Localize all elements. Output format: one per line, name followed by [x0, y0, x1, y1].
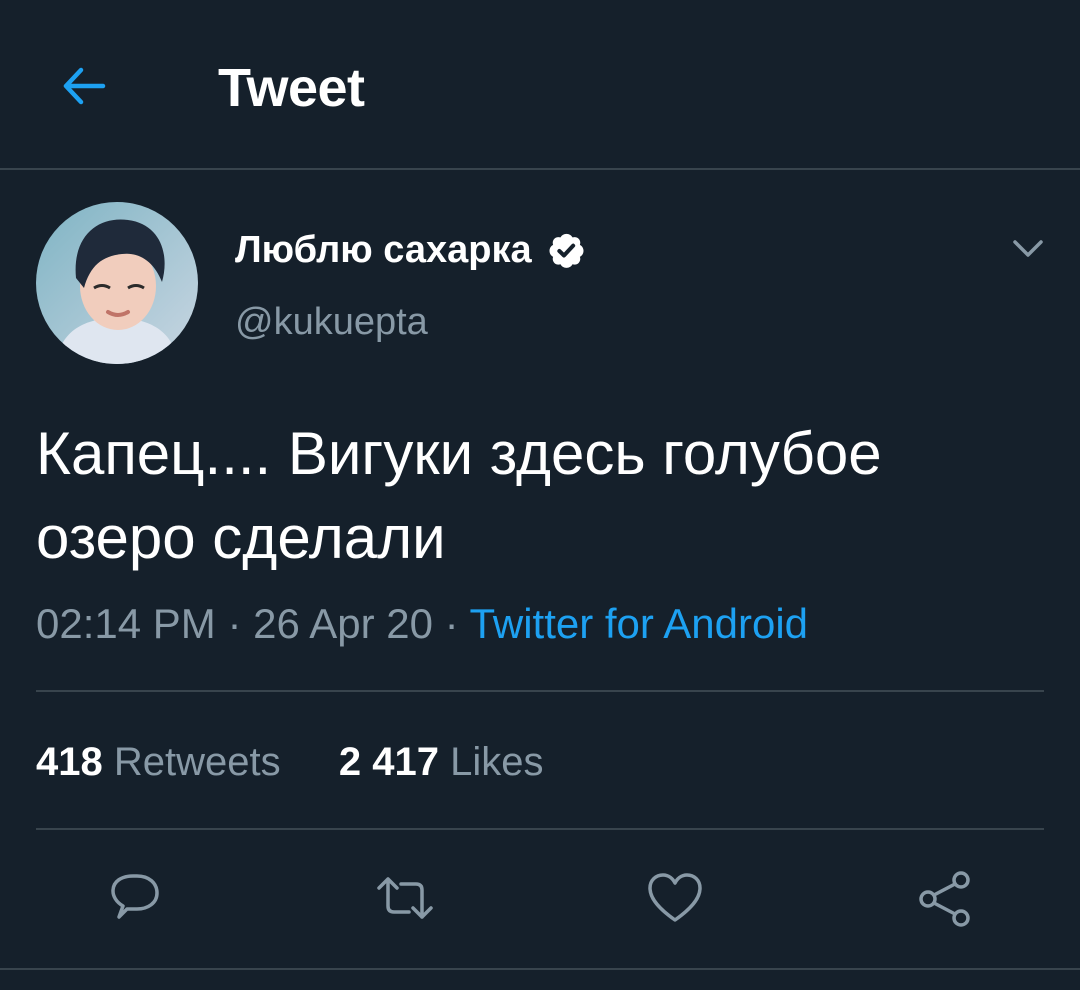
- stats-top-divider: [36, 690, 1044, 692]
- more-options-button[interactable]: [1006, 226, 1050, 270]
- tweet-text-line: Капец.... Вигуки здесь голубое: [36, 420, 882, 487]
- retweet-button[interactable]: [373, 866, 437, 930]
- verified-badge-icon: [546, 230, 586, 270]
- retweets-count: 418: [36, 740, 103, 784]
- page-title: Tweet: [218, 58, 365, 118]
- header-divider: [0, 168, 1080, 170]
- meta-separator: ·: [227, 600, 242, 647]
- arrow-left-icon: [63, 67, 106, 105]
- chevron-down-icon: [1013, 240, 1043, 257]
- retweet-icon: [377, 877, 433, 919]
- tweet-source-link[interactable]: Twitter for Android: [470, 600, 808, 647]
- heart-icon: [648, 873, 702, 922]
- retweets-stat[interactable]: 418 Retweets: [36, 740, 292, 784]
- display-name-text: Люблю сахарка: [235, 229, 532, 271]
- share-icon: [919, 871, 970, 927]
- back-button[interactable]: [52, 54, 116, 118]
- reply-icon: [111, 874, 159, 919]
- stats-bottom-divider: [36, 828, 1044, 830]
- retweets-label: Retweets: [113, 740, 281, 784]
- likes-label: Likes: [450, 740, 544, 784]
- tweet-text-line: озеро сделали: [36, 504, 446, 571]
- top-bar: Tweet: [0, 0, 1080, 170]
- like-button[interactable]: [643, 866, 707, 930]
- tweet-time: 02:14 PM: [36, 600, 216, 647]
- display-name[interactable]: Люблю сахарка: [235, 226, 586, 274]
- tweet-meta: 02:14 PM · 26 Apr 20 · Twitter for Andro…: [36, 598, 808, 650]
- share-button[interactable]: [913, 866, 977, 930]
- tweet-stats: 418 Retweets 2 417 Likes: [36, 736, 544, 788]
- tweet-date: 26 Apr 20: [253, 600, 433, 647]
- tweet-text: Капец.... Вигуки здесь голубое озеро сде…: [36, 412, 1046, 580]
- user-handle[interactable]: @kukuepta: [235, 298, 428, 346]
- likes-stat[interactable]: 2 417 Likes: [339, 740, 544, 784]
- avatar-image: [36, 202, 198, 364]
- meta-separator: ·: [444, 600, 459, 647]
- bottom-divider: [0, 968, 1080, 970]
- avatar[interactable]: [36, 202, 198, 364]
- reply-button[interactable]: [103, 866, 167, 930]
- likes-count: 2 417: [338, 740, 439, 784]
